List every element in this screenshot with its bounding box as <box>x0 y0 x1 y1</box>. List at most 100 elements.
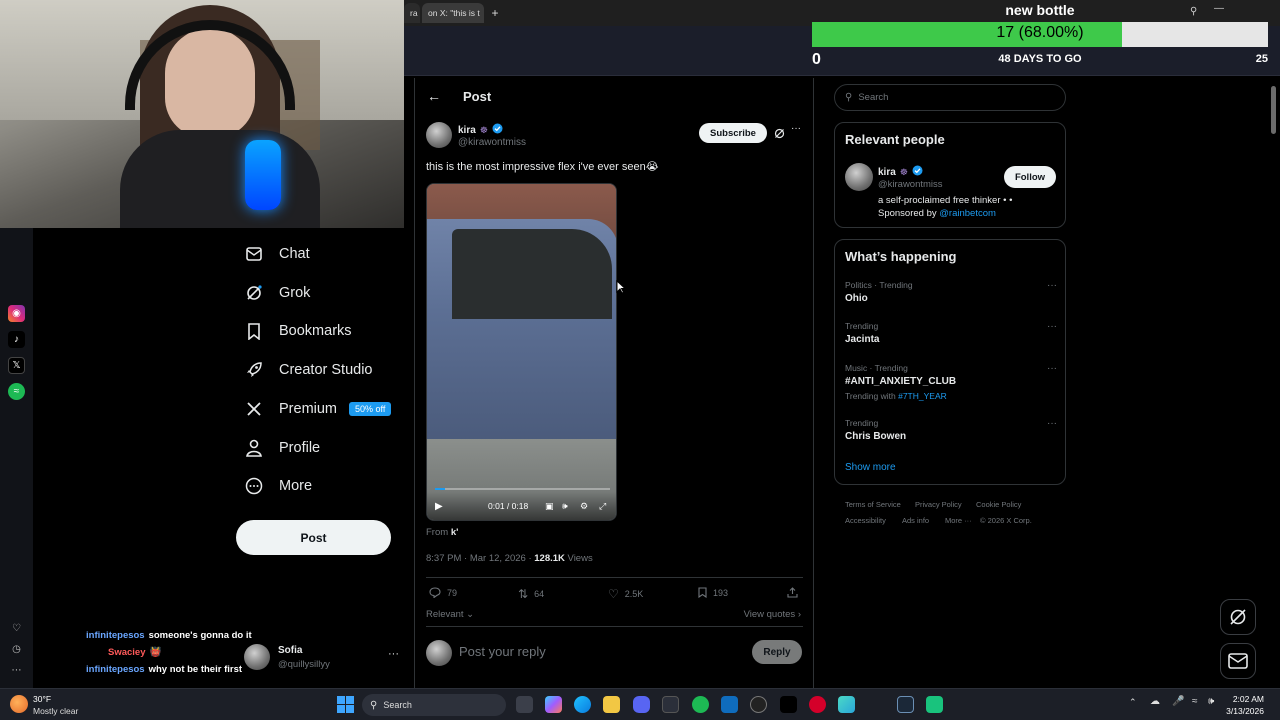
post-button[interactable]: Post <box>236 520 391 555</box>
share-icon[interactable] <box>787 587 798 598</box>
more-icon[interactable]: ··· <box>388 648 399 660</box>
nav-item-premium[interactable]: Premium 50% off <box>243 394 392 424</box>
show-more-link[interactable]: Show more <box>845 462 896 473</box>
play-icon[interactable]: ▶ <box>435 501 443 512</box>
nav-item-profile[interactable]: Profile <box>243 433 320 463</box>
steam-icon[interactable] <box>897 696 914 713</box>
app-icon[interactable] <box>838 696 855 713</box>
microphone-icon[interactable]: 🎤 <box>1172 696 1184 707</box>
weather-desc[interactable]: Mostly clear <box>33 706 78 716</box>
new-tab-icon[interactable]: + <box>488 3 502 23</box>
repost-icon: ⇅ <box>518 587 529 601</box>
back-arrow-icon[interactable]: ← <box>427 88 441 104</box>
more-options-icon[interactable]: ··· <box>1047 321 1057 332</box>
nav-item-creator-studio[interactable]: Creator Studio <box>243 355 373 385</box>
captions-icon[interactable]: ▣ <box>545 501 554 512</box>
instagram-icon[interactable]: ◉ <box>8 305 25 322</box>
wifi-icon[interactable]: ≈ <box>1192 696 1198 707</box>
footer-link-ads[interactable]: Ads info <box>902 516 929 525</box>
avatar[interactable] <box>845 163 873 191</box>
follow-button[interactable]: Follow <box>1004 166 1056 188</box>
trend-extra-link[interactable]: #7TH_YEAR <box>898 391 947 401</box>
nav-item-grok[interactable]: Grok <box>243 278 310 308</box>
account-handle: @quillysillyy <box>278 659 330 670</box>
trend-item[interactable]: Trending Chris Bowen ··· <box>845 418 1057 442</box>
weather-icon[interactable] <box>10 695 28 713</box>
weather-temp[interactable]: 30°F <box>33 694 51 704</box>
grok-fab-button[interactable] <box>1220 599 1256 635</box>
spotify-icon[interactable]: ≈ <box>8 383 25 400</box>
heart-icon[interactable]: ♡ <box>8 620 25 637</box>
nav-label: Premium <box>279 401 338 417</box>
subscribe-button[interactable]: Subscribe <box>699 123 767 143</box>
nav-item-more[interactable]: More <box>243 471 312 501</box>
task-view-icon[interactable] <box>516 696 533 713</box>
browser-tab[interactable]: ra <box>404 3 420 23</box>
more-options-icon[interactable]: ··· <box>1047 280 1057 291</box>
tiktok-icon[interactable] <box>780 696 797 713</box>
settings-icon[interactable]: ⚙ <box>580 501 588 512</box>
volume-icon[interactable]: 🕪 <box>1208 696 1214 707</box>
more-options-icon[interactable]: ··· <box>791 123 801 134</box>
author-name[interactable]: kira ☸ <box>458 123 503 137</box>
spotify-icon[interactable] <box>692 696 709 713</box>
trend-name: Ohio <box>845 293 868 304</box>
from-value[interactable]: k' <box>451 527 459 538</box>
repost-stat[interactable]: ⇅ 64 <box>518 587 544 601</box>
author-avatar[interactable] <box>426 122 452 148</box>
store-icon[interactable] <box>662 696 679 713</box>
sponsor-link[interactable]: @rainbetcom <box>939 208 996 219</box>
reply-sort-dropdown[interactable]: Relevant ⌄ <box>426 609 474 620</box>
windows-start-icon[interactable] <box>337 696 354 713</box>
reply-input[interactable]: Post your reply <box>459 644 546 659</box>
scrollbar[interactable] <box>1268 78 1280 688</box>
opera-icon[interactable] <box>809 696 826 713</box>
cloud-icon[interactable]: ☁ <box>1150 696 1160 707</box>
obs-icon[interactable] <box>750 696 767 713</box>
copilot-icon[interactable] <box>545 696 562 713</box>
browser-tab-active[interactable]: on X: "this is t <box>422 3 484 23</box>
video-progress-track[interactable] <box>435 488 610 490</box>
footer-link-privacy[interactable]: Privacy Policy <box>915 500 962 509</box>
x-logo-icon[interactable]: 𝕏 <box>8 357 25 374</box>
messages-fab-button[interactable] <box>1220 643 1256 679</box>
trend-item[interactable]: Music · Trending #ANTI_ANXIETY_CLUB Tren… <box>845 363 1057 401</box>
edge-icon[interactable] <box>574 696 591 713</box>
clock-time[interactable]: 2:02 AM <box>1233 694 1264 704</box>
more-options-icon[interactable]: ··· <box>1047 418 1057 429</box>
volume-icon[interactable]: 🕪 <box>562 501 568 512</box>
chevron-up-icon[interactable]: ⌃ <box>1129 697 1137 708</box>
chat-line: infinitepesos why not be their first <box>86 664 242 675</box>
account-switcher[interactable]: Sofia @quillysillyy ··· <box>244 642 404 674</box>
reply-stat[interactable]: 79 <box>429 587 457 598</box>
fullscreen-icon[interactable]: ⤢ <box>599 501 606 512</box>
taskbar-search[interactable]: ⚲ Search <box>362 694 506 716</box>
history-icon[interactable]: ◷ <box>8 641 25 658</box>
nav-item-bookmarks[interactable]: Bookmarks <box>243 316 352 346</box>
trend-item[interactable]: Trending Jacinta ··· <box>845 321 1057 345</box>
like-stat[interactable]: ♡ 2.5K <box>608 587 643 601</box>
footer-link-more[interactable]: More ··· <box>945 516 972 525</box>
footer-link-terms[interactable]: Terms of Service <box>845 500 901 509</box>
person-name[interactable]: kira ☸ <box>878 165 923 179</box>
scrollbar-thumb[interactable] <box>1271 86 1276 134</box>
view-quotes-link[interactable]: View quotes › <box>744 609 801 620</box>
trend-item[interactable]: Politics · Trending Ohio ··· <box>845 280 1057 304</box>
footer-link-accessibility[interactable]: Accessibility <box>845 516 886 525</box>
reply-button[interactable]: Reply <box>752 640 802 664</box>
search-input[interactable]: ⚲ Search <box>834 84 1066 111</box>
nav-item-chat[interactable]: Chat <box>243 239 310 269</box>
more-icon[interactable]: ⋯ <box>8 662 25 679</box>
footer-link-cookie[interactable]: Cookie Policy <box>976 500 1021 509</box>
discord-icon[interactable] <box>633 696 650 713</box>
video-player[interactable]: ▶ ▣ 🕪 ⚙ ⤢ 0:01 / 0:18 <box>426 183 617 521</box>
nav-label: Grok <box>279 285 311 301</box>
clock-date[interactable]: 3/13/2026 <box>1226 706 1264 716</box>
more-options-icon[interactable]: ··· <box>1047 363 1057 374</box>
file-explorer-icon[interactable] <box>603 696 620 713</box>
tiktok-icon[interactable]: ♪ <box>8 331 25 348</box>
bookmark-stat[interactable]: 193 <box>698 587 728 598</box>
grok-icon[interactable] <box>774 126 785 144</box>
app-icon[interactable] <box>926 696 943 713</box>
mail-icon[interactable] <box>721 696 738 713</box>
